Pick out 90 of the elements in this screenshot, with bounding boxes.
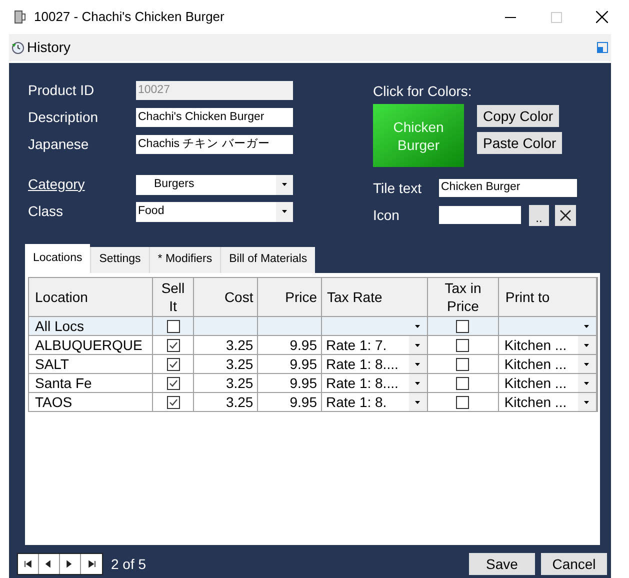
cell-dropdown[interactable]: Kitchen ... xyxy=(499,336,597,354)
history-button[interactable]: History xyxy=(9,37,71,58)
browse-button[interactable]: .. xyxy=(529,204,549,226)
checkbox[interactable] xyxy=(166,358,180,370)
table-cell: 3.25 xyxy=(194,374,258,392)
caret-icon xyxy=(282,183,287,186)
cell-dropdown[interactable]: Rate 1: 7. xyxy=(322,336,428,354)
column-header[interactable]: Print to xyxy=(499,278,598,316)
table-row[interactable]: All Locs xyxy=(29,317,597,336)
tab[interactable]: Bill of Materials xyxy=(220,247,316,273)
caret-icon xyxy=(415,382,420,384)
save-button[interactable]: Save xyxy=(469,553,535,575)
table-cell: 9.95 xyxy=(258,336,322,354)
table-cell: TAOS xyxy=(29,393,153,411)
input-field[interactable]: Chachis チキン バーガー xyxy=(136,135,293,154)
checkbox[interactable] xyxy=(166,396,180,408)
restore-icon[interactable] xyxy=(597,42,608,53)
checkbox[interactable] xyxy=(456,396,470,408)
checkbox[interactable] xyxy=(456,376,470,390)
input-field[interactable]: Chachi's Chicken Burger xyxy=(136,108,293,127)
table-cell: 9.95 xyxy=(258,355,322,373)
tab[interactable]: Locations xyxy=(25,244,90,273)
field-label: Product ID xyxy=(28,81,96,100)
cell-dropdown[interactable]: Kitchen ... xyxy=(499,355,597,373)
checkbox[interactable] xyxy=(166,320,180,332)
cell-dropdown[interactable]: Kitchen ... xyxy=(499,393,597,411)
checkbox[interactable] xyxy=(456,320,470,332)
record-position: 2 of 5 xyxy=(111,554,146,574)
field-label: Japanese xyxy=(28,135,90,154)
app-icon xyxy=(14,10,26,24)
caret-icon xyxy=(282,210,287,213)
cell-dropdown[interactable]: Rate 1: 8.... xyxy=(322,355,428,373)
caret-icon xyxy=(415,344,420,346)
close-icon xyxy=(560,210,571,220)
table-cell: 9.95 xyxy=(258,374,322,392)
close-icon xyxy=(596,11,608,23)
checkbox[interactable] xyxy=(166,338,180,352)
field-label[interactable]: Category xyxy=(28,174,136,195)
cell-dropdown[interactable]: Rate 1: 8.... xyxy=(322,374,428,392)
minimize-icon xyxy=(504,16,516,18)
cell-dropdown[interactable]: Kitchen ... xyxy=(499,374,597,392)
column-header[interactable]: Cost xyxy=(194,278,258,316)
cancel-button[interactable]: Cancel xyxy=(541,553,607,575)
column-header[interactable]: Location xyxy=(29,278,153,316)
caret-icon xyxy=(415,324,420,328)
paste-color-button[interactable]: Paste Color xyxy=(477,132,562,154)
column-header[interactable]: Tax Rate xyxy=(322,278,428,316)
caret-icon xyxy=(584,382,590,384)
clear-button[interactable] xyxy=(555,204,576,226)
caret-icon xyxy=(415,400,420,404)
table-cell: ALBUQUERQUE xyxy=(29,336,153,354)
caret-icon xyxy=(584,324,590,328)
field-label: Description xyxy=(28,108,100,127)
caret-icon xyxy=(584,362,590,366)
table-cell: 9.95 xyxy=(258,393,322,411)
input-field[interactable] xyxy=(439,206,521,224)
input-field[interactable]: Chicken Burger xyxy=(439,179,577,197)
table-cell: 3.25 xyxy=(194,355,258,373)
column-header[interactable]: Tax in Price xyxy=(428,278,500,316)
field-label: Tile text xyxy=(373,178,422,198)
caret-icon xyxy=(584,400,590,404)
column-header[interactable]: Sell It xyxy=(152,278,194,316)
checkbox[interactable] xyxy=(456,338,470,352)
table-row[interactable]: TAOS 3.25 9.95 Rate 1: 8. Kitchen ... xyxy=(29,393,597,412)
table-cell: 3.25 xyxy=(194,393,258,411)
last-icon xyxy=(86,560,96,568)
cell-dropdown[interactable]: Rate 1: 8. xyxy=(322,393,428,411)
field-label: Class xyxy=(28,202,64,221)
caret-icon xyxy=(415,362,420,366)
tab[interactable]: Settings xyxy=(90,247,149,273)
table-cell: SALT xyxy=(29,355,153,373)
column-header[interactable]: Price xyxy=(258,278,322,316)
first-icon xyxy=(23,560,33,568)
caret-icon xyxy=(584,344,590,346)
tab[interactable]: * Modifiers xyxy=(148,247,220,273)
table-cell: Santa Fe xyxy=(29,374,153,392)
table-cell: 3.25 xyxy=(194,336,258,354)
table-row[interactable]: SALT 3.25 9.95 Rate 1: 8.... Kitchen ... xyxy=(29,355,597,374)
table-cell: All Locs xyxy=(29,317,153,335)
colors-label: Click for Colors: xyxy=(373,82,473,101)
table-row[interactable]: ALBUQUERQUE 3.25 9.95 Rate 1: 7. Kitchen ... xyxy=(29,336,597,355)
table-row[interactable]: Santa Fe 3.25 9.95 Rate 1: 8.... Kitchen ... xyxy=(29,374,597,393)
window-title: 10027 - Chachi's Chicken Burger xyxy=(34,8,224,26)
maximize-icon xyxy=(550,12,562,22)
dropdown[interactable]: Food xyxy=(136,202,293,222)
dropdown[interactable]: Burgers xyxy=(136,174,293,194)
copy-color-button[interactable]: Copy Color xyxy=(477,105,560,127)
checkbox[interactable] xyxy=(456,358,470,370)
field-label: Icon xyxy=(373,206,400,224)
checkbox[interactable] xyxy=(166,376,180,390)
